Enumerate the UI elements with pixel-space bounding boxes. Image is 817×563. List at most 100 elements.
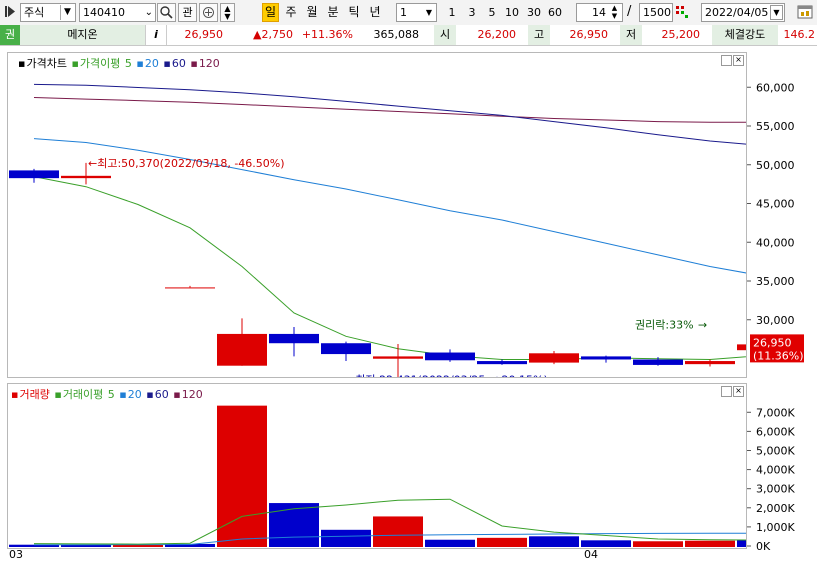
rights-badge: 권	[0, 25, 20, 45]
period-day[interactable]: 일	[262, 3, 279, 22]
quote-bar: 권 메지온 i 26,950 ▲2,750 +11.36% 365,088 시 …	[0, 25, 817, 46]
toolbar: 주식 ▼ 140410 ⌄ 관 ▲ ▼ 일 주 월 분 틱 년 1 ▼ 1 3 5…	[0, 0, 817, 26]
volume-tick-label: 5,000K	[756, 444, 795, 457]
x-axis-label-04: 04	[584, 548, 598, 561]
candle-body	[217, 333, 267, 366]
volume-bar	[321, 529, 371, 547]
chevron-down-icon: ▼	[425, 8, 433, 17]
updown-button[interactable]: ▲ ▼	[220, 3, 235, 22]
total-count-input[interactable]: 1500	[639, 3, 673, 22]
dock-arrow-icon[interactable]	[5, 5, 16, 18]
search-icon	[160, 6, 173, 19]
window-icon[interactable]	[797, 4, 813, 20]
info-button[interactable]: i	[145, 25, 167, 45]
period-month[interactable]: 월	[304, 2, 320, 22]
unit-select[interactable]: 1 ▼	[396, 3, 437, 22]
spinner-icon[interactable]: ▲ ▼	[608, 4, 621, 20]
candle-body	[321, 343, 371, 355]
volume-tick-label: 1,000K	[756, 521, 795, 534]
price-tick-label: 55,000	[756, 120, 795, 133]
trade-strength: 146.2	[783, 28, 816, 41]
candle-body	[373, 356, 423, 359]
candle-body	[529, 353, 579, 363]
rights-annotation: 권리락:33%	[635, 319, 694, 332]
link-button[interactable]	[199, 3, 218, 22]
volume-bar	[529, 536, 579, 547]
price-tick-label: 30,000	[756, 314, 795, 327]
rights-arrow: →	[698, 319, 707, 332]
volume-bar	[581, 540, 631, 547]
ma5-line	[33, 176, 746, 361]
change-percent: +11.36%	[301, 28, 353, 41]
stock-name: 메지온	[20, 25, 145, 45]
price-tick-label: 35,000	[756, 275, 795, 288]
price-plot: ←최고:50,370(2022/03/18, -46.50%) ←최저:22,43…	[9, 83, 746, 377]
period-minute[interactable]: 분	[325, 2, 341, 22]
ma60-line	[33, 83, 746, 145]
count-input[interactable]: 14 ▲ ▼	[576, 3, 623, 22]
interval-10[interactable]: 10	[502, 3, 522, 22]
volume-tick-label: 4,000K	[756, 464, 795, 477]
ma120-line	[33, 97, 746, 123]
volume-bar	[61, 544, 111, 547]
volume-axis: 7,000K 6,000K 5,000K 4,000K 3,000K 2,000K 1,00…	[747, 406, 795, 553]
chevron-down-icon: ▼	[60, 5, 74, 20]
volume-tick-label: 3,000K	[756, 483, 795, 496]
low-label: 저	[620, 25, 642, 45]
volume-bar	[269, 503, 319, 547]
volume-bar	[373, 516, 423, 547]
candle-body	[269, 333, 319, 344]
candle-body	[737, 344, 746, 351]
volume-tick-label: 7,000K	[756, 406, 795, 419]
low-price: 25,200	[661, 28, 701, 41]
open-label: 시	[434, 25, 456, 45]
high-price: 26,950	[569, 28, 609, 41]
strength-label: 체결강도	[712, 25, 778, 45]
low-annotation: ←최저:22,431(2022/03/25, +20.15%)	[346, 373, 548, 377]
volume-bar	[425, 539, 475, 547]
volume-bar	[737, 540, 746, 547]
volume-chart-pane[interactable]: ▪거래량 ▪거래이평 5 ▪20 ▪60 ▪120 ×	[7, 383, 747, 549]
open-price: 26,200	[477, 28, 517, 41]
interval-30[interactable]: 30	[524, 3, 544, 22]
watch-button[interactable]: 관	[178, 3, 197, 22]
volume-plot	[9, 405, 746, 547]
volume-bar	[685, 540, 735, 547]
period-year[interactable]: 년	[367, 2, 383, 22]
volume: 365,088	[373, 28, 420, 41]
last-price-label: 26,950	[753, 336, 792, 349]
market-select[interactable]: 주식 ▼	[20, 3, 76, 22]
period-tick[interactable]: 틱	[346, 2, 362, 22]
volume-bar	[477, 537, 527, 547]
search-button[interactable]	[157, 3, 176, 22]
period-week[interactable]: 주	[283, 2, 299, 22]
interval-5[interactable]: 5	[483, 3, 501, 22]
candle-body	[61, 175, 111, 179]
price-tick-label: 40,000	[756, 236, 795, 249]
candle-body	[685, 361, 735, 365]
grid-settings-icon[interactable]	[675, 5, 689, 19]
price-chart-pane[interactable]: ▪가격차트 ▪가격이평 5 ▪20 ▪60 ▪120 × ←최고:50,370(…	[7, 52, 747, 378]
volume-tick-label: 6,000K	[756, 425, 795, 438]
volume-tick-label: 0K	[756, 540, 771, 553]
interval-1[interactable]: 1	[443, 3, 461, 22]
high-label: 고	[528, 25, 550, 45]
date-select[interactable]: 2022/04/05 ▼	[701, 3, 785, 22]
price-change: ▲2,750	[253, 28, 293, 41]
price-axis: 60,000 55,000 50,000 45,000 40,000 35,000 30,0…	[747, 81, 804, 363]
high-annotation: ←최고:50,370(2022/03/18, -46.50%)	[88, 157, 285, 170]
link-icon	[203, 7, 214, 18]
chevron-down-icon: ⌄	[144, 7, 153, 18]
interval-60[interactable]: 60	[545, 3, 565, 22]
current-price: 26,950	[184, 28, 224, 41]
x-axis-label-03: 03	[9, 548, 23, 561]
candle-body	[633, 359, 683, 365]
interval-3[interactable]: 3	[463, 3, 481, 22]
volume-tick-label: 2,000K	[756, 502, 795, 515]
candle-body	[581, 356, 631, 360]
stock-code-input[interactable]: 140410 ⌄	[79, 3, 156, 22]
price-tick-label: 60,000	[756, 81, 795, 94]
price-tick-label: 50,000	[756, 159, 795, 172]
count-separator: /	[627, 4, 632, 19]
last-pct-label: (11.36%)	[753, 349, 804, 362]
